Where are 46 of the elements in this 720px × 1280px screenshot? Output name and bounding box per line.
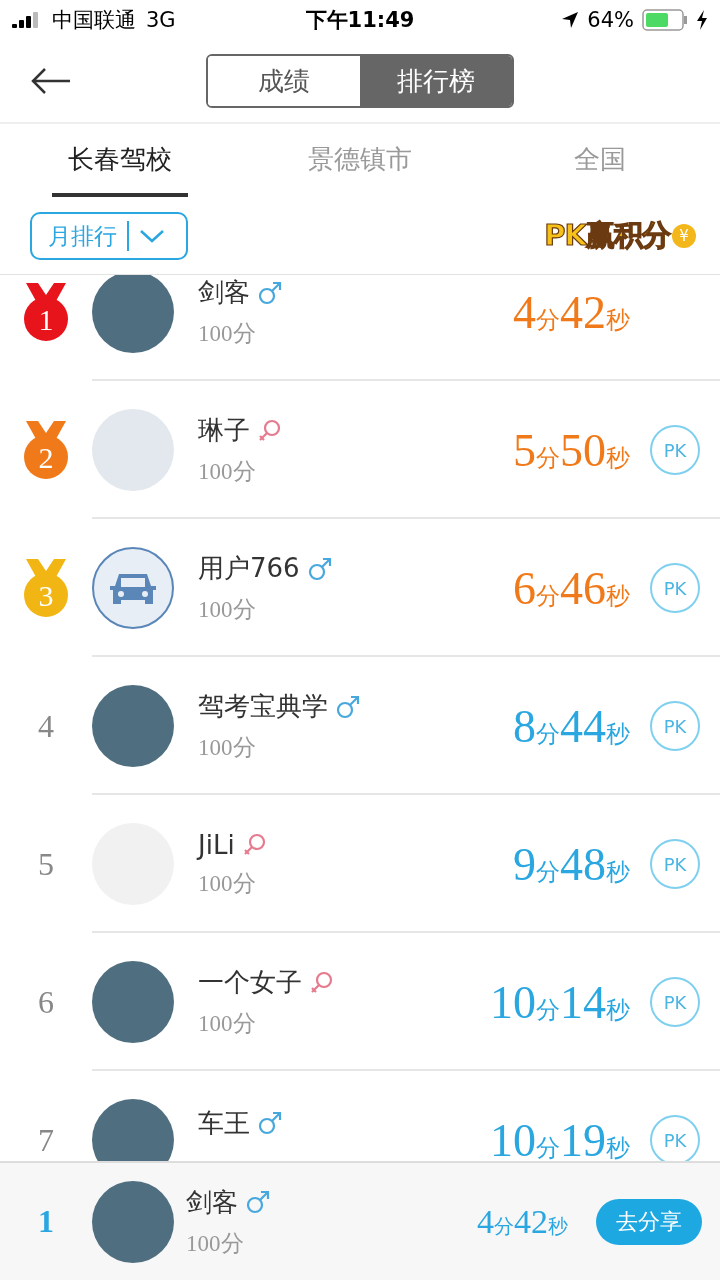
score-text: 100分	[198, 458, 257, 486]
pk-button[interactable]: PK	[650, 839, 700, 889]
user-name: JiLi	[198, 829, 235, 860]
charging-icon	[696, 10, 708, 30]
back-icon[interactable]	[30, 66, 72, 96]
score-text: 100分	[198, 1010, 257, 1038]
score-text: 100分	[198, 734, 257, 762]
rank-number: 1	[38, 1203, 54, 1240]
pk-button[interactable]: PK	[650, 977, 700, 1027]
time-text: 4分42秒	[513, 285, 630, 339]
rank-number: 7	[38, 1121, 54, 1159]
user-name: 剑客	[198, 276, 250, 309]
pk-button[interactable]: PK	[650, 701, 700, 751]
share-button[interactable]: 去分享	[596, 1198, 702, 1245]
rank-number: 5	[38, 845, 54, 883]
time-text: 9分48秒	[513, 837, 630, 891]
score-text: 100分	[198, 596, 257, 624]
battery-icon	[642, 9, 688, 31]
location-icon	[561, 11, 580, 29]
rank-number: 6	[38, 983, 54, 1021]
pk-button[interactable]: PK	[650, 1115, 700, 1161]
battery-percent: 64%	[587, 8, 634, 32]
time-text: 10分19秒	[490, 1113, 630, 1161]
score-text: 100分	[186, 1229, 245, 1258]
user-name: 车王	[198, 1106, 250, 1140]
time-text: 5分50秒	[513, 423, 630, 477]
clock-text: 下午11:49	[305, 8, 415, 32]
time-text: 4分42秒	[477, 1202, 568, 1241]
segment-button[interactable]: 排行榜	[360, 56, 512, 106]
pk-button[interactable]: PK	[650, 425, 700, 475]
period-dropdown[interactable]: 月排行	[30, 212, 188, 260]
score-text: 100分	[198, 320, 257, 348]
user-name: 琳子	[198, 414, 250, 447]
chevron-down-icon	[139, 229, 165, 243]
rank-number: 4	[38, 707, 54, 745]
pk-button[interactable]: PK	[650, 563, 700, 613]
user-name: 用户766	[198, 552, 300, 585]
user-name: 驾考宝典学	[198, 690, 328, 723]
time-text: 10分14秒	[490, 975, 630, 1029]
user-name: 剑客	[186, 1185, 238, 1219]
network-text: 3G	[146, 8, 176, 32]
carrier-text: 中国联通	[52, 7, 136, 34]
time-text: 6分46秒	[513, 561, 630, 615]
time-text: 8分44秒	[513, 699, 630, 753]
score-text: 100分	[198, 869, 257, 898]
user-name: 一个女子	[198, 966, 302, 999]
